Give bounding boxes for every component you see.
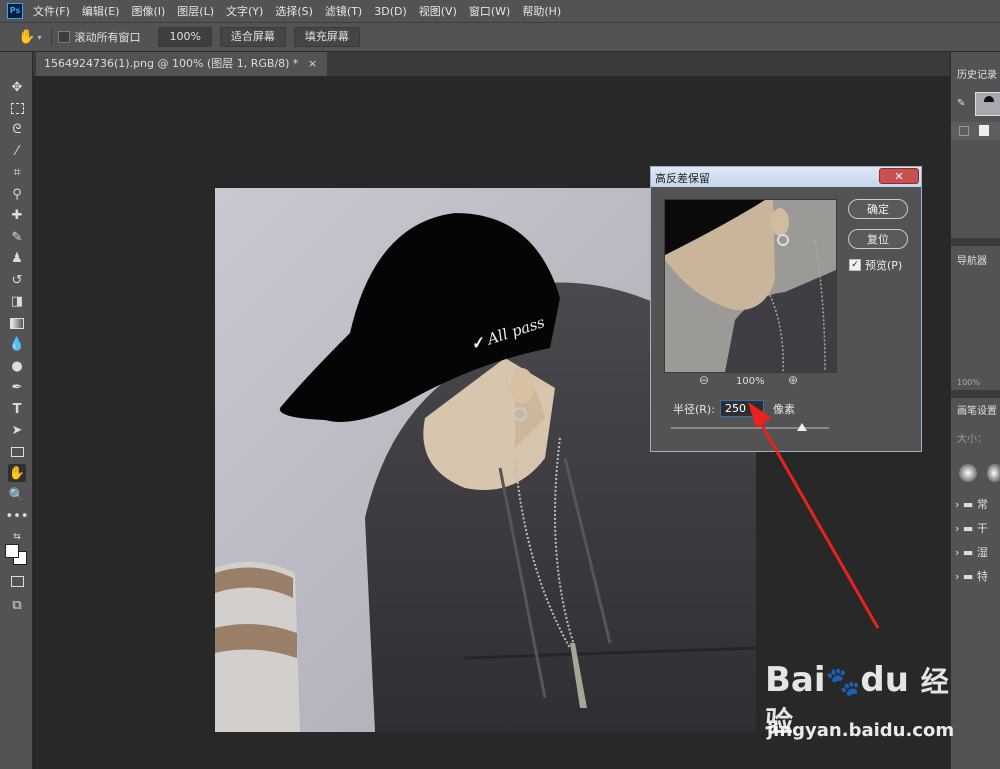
- red-arrow-head: [748, 402, 772, 428]
- watermark-brand: Bai: [765, 660, 826, 700]
- red-arrow-shaft: [758, 421, 880, 629]
- watermark-url: jingyan.baidu.com: [767, 720, 955, 741]
- annotation-overlay: [748, 402, 880, 629]
- baidu-watermark: Bai🐾du 经验 jingyan.baidu.com: [755, 660, 955, 760]
- watermark-brand-suffix: du: [860, 660, 909, 700]
- foreground-color-swatch[interactable]: [5, 544, 19, 558]
- paw-icon: 🐾: [825, 665, 861, 698]
